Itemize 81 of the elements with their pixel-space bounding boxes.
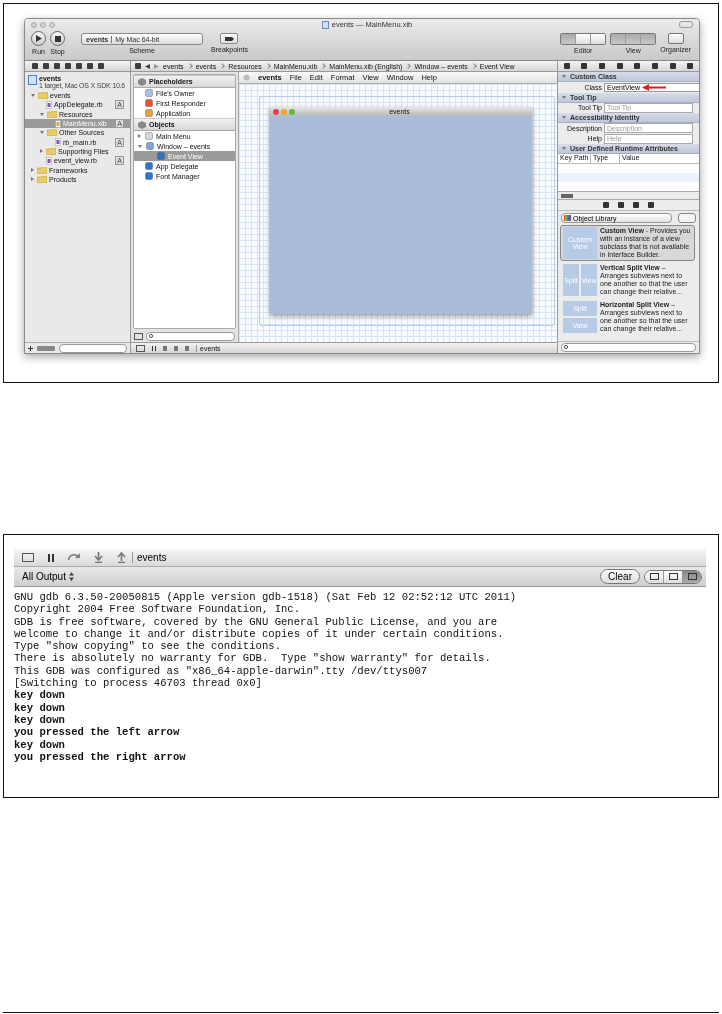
view-toggle-control[interactable] — [610, 33, 657, 45]
zoom-button-icon[interactable] — [289, 108, 295, 115]
disclosure-triangle-icon[interactable] — [562, 116, 566, 119]
console-line: Type "show copying" to see the conditions. — [14, 640, 282, 653]
console-line: key down — [14, 689, 66, 702]
grid-icon[interactable] — [135, 63, 141, 69]
console-line: key down — [14, 738, 66, 751]
library-tab-icon[interactable] — [648, 202, 654, 208]
up-down-arrows-icon — [68, 572, 74, 581]
view-mode-toggle-icon[interactable] — [678, 213, 696, 223]
file-icon — [46, 100, 52, 109]
layout-button[interactable] — [664, 570, 683, 583]
output-filter-selector[interactable]: All Output — [22, 571, 74, 582]
document-icon — [321, 20, 329, 29]
inspector-tab-icon[interactable] — [563, 63, 570, 69]
inspector-tab-icon[interactable] — [634, 63, 641, 69]
console-line: you pressed the left arrow — [14, 726, 181, 739]
search-field[interactable] — [561, 343, 696, 352]
forward-arrow-icon[interactable] — [154, 63, 159, 69]
disclosure-triangle-icon[interactable] — [31, 94, 35, 98]
search-field[interactable] — [146, 332, 235, 341]
add-icon[interactable] — [28, 345, 33, 351]
inspector-tab-icon[interactable] — [599, 63, 606, 69]
console-line: Copyright 2004 Free Software Foundation, Inc. — [14, 603, 302, 616]
console-line: There is absolutely no warranty for GDB. Type "show warranty" for details. — [14, 652, 492, 665]
pointer-arrow-icon — [642, 83, 666, 91]
disclosure-triangle-icon[interactable] — [562, 95, 566, 99]
search-icon — [564, 345, 569, 350]
back-arrow-icon[interactable] — [145, 63, 150, 69]
console-line: GDB is free software, covered by the GNU General Public License, and you are — [14, 615, 499, 628]
disclosure-triangle-icon[interactable] — [31, 168, 34, 172]
clear-button[interactable]: Clear — [600, 569, 640, 584]
process-name: events — [132, 552, 167, 563]
organizer-button[interactable] — [667, 33, 684, 44]
disclosure-triangle-icon[interactable] — [138, 134, 141, 138]
inspector-tab-icon[interactable] — [616, 63, 623, 69]
pause-icon[interactable] — [152, 345, 156, 351]
play-icon — [35, 35, 42, 42]
stop-icon — [54, 35, 61, 42]
inspector-tab-icon[interactable] — [651, 63, 658, 69]
stop-button[interactable] — [50, 31, 65, 46]
layout-button[interactable] — [645, 570, 664, 583]
breakpoint-icon — [225, 36, 234, 41]
project-icon — [28, 75, 37, 85]
disclosure-triangle-icon[interactable] — [40, 149, 43, 154]
panel-toggle-icon[interactable] — [136, 344, 145, 352]
file-icon — [46, 156, 52, 165]
run-button[interactable] — [31, 31, 46, 46]
file-icon — [55, 138, 61, 147]
breakpoints-button[interactable] — [220, 33, 239, 44]
outline-toggle-icon[interactable] — [134, 333, 143, 340]
filter-field[interactable] — [59, 343, 127, 353]
panel-toggle-icon[interactable] — [22, 553, 34, 562]
inspector-tab-icon[interactable] — [669, 63, 676, 69]
console-line: you pressed the right arrow — [14, 750, 187, 764]
inspector-tab-icon[interactable] — [687, 63, 694, 69]
console-line: This GDB was configured as "x86_64-apple-darwin".tty /dev/ttys007 — [14, 664, 429, 678]
close-button-icon[interactable] — [273, 108, 279, 115]
disclosure-triangle-icon[interactable] — [31, 177, 34, 182]
disclosure-triangle-icon[interactable] — [562, 147, 566, 150]
search-icon — [149, 334, 154, 339]
library-tab-icon[interactable] — [618, 202, 624, 208]
library-tab-icon[interactable] — [603, 202, 609, 208]
library-tab-icon[interactable] — [633, 202, 639, 208]
console-line: welcome to change it and/or distribute copies of it under certain conditions. — [14, 627, 505, 641]
disclosure-triangle-icon[interactable] — [40, 131, 44, 135]
cube-icon — [138, 120, 146, 129]
console-line: GNU gdb 6.3.50-20050815 (Apple version gdb-1518) (Sat Feb 12 02:52:12 UTC 2011) — [14, 591, 518, 604]
pause-icon[interactable] — [48, 553, 54, 562]
editor-mode-control[interactable] — [560, 33, 607, 45]
cube-icon — [138, 77, 146, 86]
disclosure-triangle-icon[interactable] — [562, 75, 566, 78]
console-line: key down — [14, 713, 66, 727]
toolbar-toggle-icon[interactable] — [679, 21, 693, 28]
layout-button[interactable] — [683, 570, 701, 583]
console-line: [Switching to process 46703 thread 0x0] — [14, 677, 263, 690]
console-line: key down — [14, 701, 66, 714]
disclosure-triangle-icon[interactable] — [138, 144, 142, 148]
inspector-tab-icon[interactable] — [581, 63, 588, 69]
disclosure-triangle-icon[interactable] — [40, 112, 44, 116]
file-icon — [55, 119, 61, 128]
